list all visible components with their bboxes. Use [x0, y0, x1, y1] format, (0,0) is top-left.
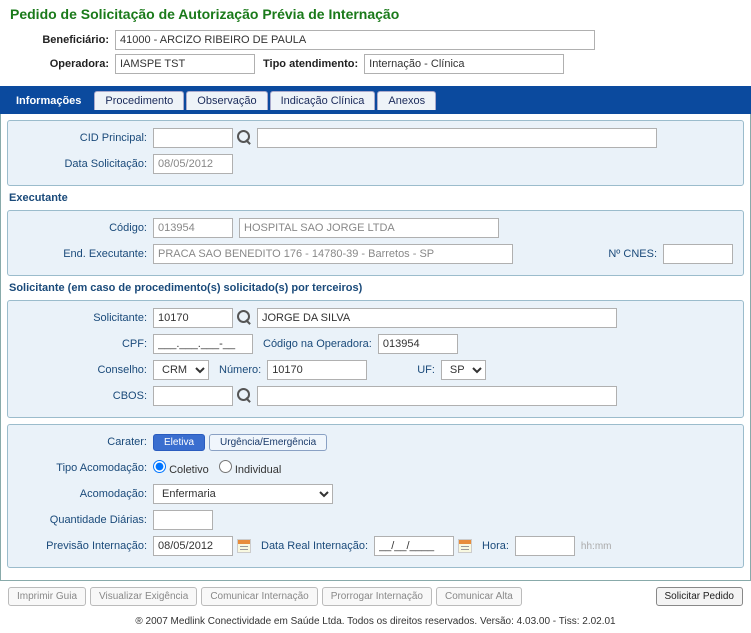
acomodacao-label: Acomodação: — [18, 488, 153, 500]
tipo-acom-coletivo-option[interactable]: Coletivo — [153, 460, 209, 476]
operadora-label: Operadora: — [10, 58, 115, 70]
carater-urgencia-button[interactable]: Urgência/Emergência — [209, 434, 327, 451]
uf-select[interactable]: SP — [441, 360, 486, 380]
tab-informacoes[interactable]: Informações — [5, 91, 92, 110]
carater-eletiva-button[interactable]: Eletiva — [153, 434, 205, 451]
cpf-label: CPF: — [18, 338, 153, 350]
previsao-input[interactable] — [153, 536, 233, 556]
tab-observacao[interactable]: Observação — [186, 91, 267, 110]
tipo-acom-individual-option[interactable]: Individual — [219, 460, 282, 476]
beneficiario-label: Beneficiário: — [10, 34, 115, 46]
radio-individual[interactable] — [219, 460, 232, 473]
search-icon[interactable] — [237, 388, 253, 404]
tabs: Informações Procedimento Observação Indi… — [0, 86, 751, 111]
comunicar-alta-button[interactable]: Comunicar Alta — [436, 587, 522, 606]
previsao-label: Previsão Internação: — [18, 540, 153, 552]
solicitante-label: Solicitante: — [18, 312, 153, 324]
cpf-input[interactable] — [153, 334, 253, 354]
cid-code-input[interactable] — [153, 128, 233, 148]
qtd-diarias-label: Quantidade Diárias: — [18, 514, 153, 526]
conselho-select[interactable]: CRM — [153, 360, 209, 380]
search-icon[interactable] — [237, 130, 253, 146]
section-internacao: Carater: Eletiva Urgência/Emergência Tip… — [7, 424, 744, 568]
hora-label: Hora: — [472, 540, 515, 552]
section-solicitante: Solicitante: CPF: Código na Operadora: C… — [7, 300, 744, 418]
calendar-icon[interactable] — [237, 539, 251, 553]
data-solicitacao-input — [153, 154, 233, 174]
beneficiario-input[interactable] — [115, 30, 595, 50]
cnes-label: Nº CNES: — [598, 248, 663, 260]
solicitante-nome-input[interactable] — [257, 308, 617, 328]
cbos-code-input[interactable] — [153, 386, 233, 406]
cbos-desc-input[interactable] — [257, 386, 617, 406]
solicitante-code-input[interactable] — [153, 308, 233, 328]
tab-anexos[interactable]: Anexos — [377, 91, 436, 110]
acomodacao-select[interactable]: Enfermaria — [153, 484, 333, 504]
comunicar-internacao-button[interactable]: Comunicar Internação — [201, 587, 317, 606]
section-executante: Código: End. Executante: Nº CNES: — [7, 210, 744, 276]
hhmm-hint: hh:mm — [581, 541, 612, 552]
cbos-label: CBOS: — [18, 390, 153, 402]
imprimir-guia-button[interactable]: Imprimir Guia — [8, 587, 86, 606]
page-title: Pedido de Solicitação de Autorização Pré… — [0, 0, 751, 26]
coletivo-text: Coletivo — [169, 464, 209, 476]
executante-end-label: End. Executante: — [18, 248, 153, 260]
cod-operadora-label: Código na Operadora: — [253, 338, 378, 350]
qtd-diarias-input[interactable] — [153, 510, 213, 530]
data-real-label: Data Real Internação: — [251, 540, 374, 552]
tipo-acomodacao-label: Tipo Acomodação: — [18, 462, 153, 474]
footer-bar: Imprimir Guia Visualizar Exigência Comun… — [0, 581, 751, 608]
section-cid: CID Principal: Data Solicitação: — [7, 120, 744, 186]
data-real-input[interactable] — [374, 536, 454, 556]
copyright: ® 2007 Medlink Conectividade em Saúde Lt… — [0, 608, 751, 633]
carater-label: Carater: — [18, 436, 153, 448]
cid-desc-input[interactable] — [257, 128, 657, 148]
executante-codigo-label: Código: — [18, 222, 153, 234]
cnes-input[interactable] — [663, 244, 733, 264]
individual-text: Individual — [235, 464, 281, 476]
tipo-atendimento-input[interactable] — [364, 54, 564, 74]
radio-coletivo[interactable] — [153, 460, 166, 473]
conselho-label: Conselho: — [18, 364, 153, 376]
tab-panel-informacoes: CID Principal: Data Solicitação: Executa… — [0, 114, 751, 581]
operadora-input[interactable] — [115, 54, 255, 74]
solicitar-pedido-button[interactable]: Solicitar Pedido — [656, 587, 743, 606]
executante-end-input — [153, 244, 513, 264]
tab-indicacao-clinica[interactable]: Indicação Clínica — [270, 91, 376, 110]
search-icon[interactable] — [237, 310, 253, 326]
visualizar-exigencia-button[interactable]: Visualizar Exigência — [90, 587, 197, 606]
uf-label: UF: — [407, 364, 441, 376]
header-form: Beneficiário: Operadora: Tipo atendiment… — [0, 26, 751, 86]
numero-label: Número: — [209, 364, 267, 376]
prorrogar-internacao-button[interactable]: Prorrogar Internação — [322, 587, 432, 606]
data-solicitacao-label: Data Solicitação: — [18, 158, 153, 170]
executante-nome-input — [239, 218, 499, 238]
tab-procedimento[interactable]: Procedimento — [94, 91, 184, 110]
executante-codigo-input — [153, 218, 233, 238]
tipo-atendimento-label: Tipo atendimento: — [255, 58, 364, 70]
executante-title: Executante — [9, 192, 744, 204]
cid-label: CID Principal: — [18, 132, 153, 144]
calendar-icon[interactable] — [458, 539, 472, 553]
numero-input[interactable] — [267, 360, 367, 380]
solicitante-title: Solicitante (em caso de procedimento(s) … — [9, 282, 744, 294]
hora-input[interactable] — [515, 536, 575, 556]
cod-operadora-input[interactable] — [378, 334, 458, 354]
